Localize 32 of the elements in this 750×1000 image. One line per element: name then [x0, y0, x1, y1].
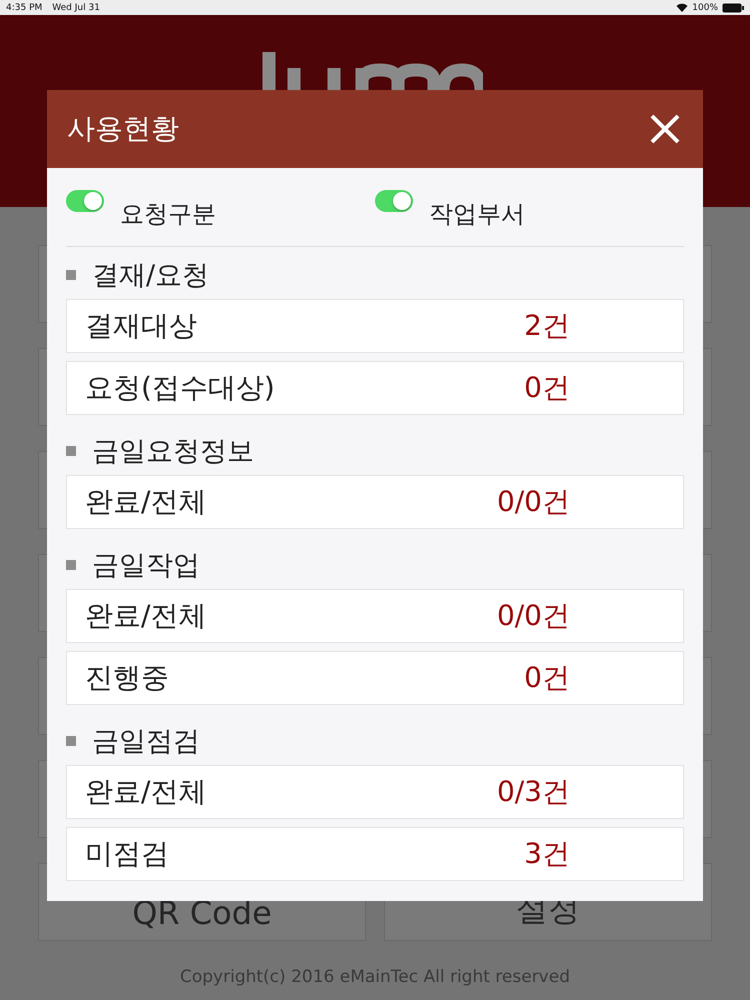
bullet-icon — [66, 270, 76, 280]
stat-label: 요청(접수대상) — [85, 370, 276, 406]
stat-value: 0건 — [523, 660, 570, 696]
bullet-icon — [66, 560, 76, 570]
stat-value: 0/3건 — [496, 774, 570, 810]
stat-value: 0건 — [523, 370, 570, 406]
section-title: 금일요청정보 — [92, 435, 254, 469]
stat-label: 결재대상 — [85, 308, 198, 344]
status-time: 4:35 PM — [6, 2, 42, 12]
toggle-switch[interactable] — [66, 190, 104, 212]
stat-label: 완료/전체 — [85, 484, 208, 520]
bullet-icon — [66, 446, 76, 456]
stat-value: 2건 — [523, 308, 570, 344]
stat-value: 0/0건 — [496, 484, 570, 520]
dialog-title: 사용현황 — [67, 111, 179, 147]
bullet-icon — [66, 736, 76, 746]
status-date: Wed Jul 31 — [52, 2, 100, 12]
toggle-switch[interactable] — [375, 190, 413, 212]
battery-icon — [722, 2, 744, 12]
stat-value: 0/0건 — [496, 598, 570, 634]
wifi-icon — [676, 3, 688, 12]
stat-label: 완료/전체 — [85, 774, 208, 810]
toggle-label: 작업부서 — [429, 199, 525, 230]
section-title: 결재/요청 — [92, 259, 210, 293]
section-title: 금일작업 — [92, 549, 200, 583]
copyright-text: Copyright(c) 2016 eMainTec All right reserved — [178, 967, 571, 987]
toggle-label: 요청구분 — [120, 199, 216, 230]
stat-label: 완료/전체 — [85, 598, 208, 634]
close-button[interactable] — [649, 113, 681, 145]
section-title: 금일점검 — [92, 725, 200, 759]
battery-percent: 100% — [692, 2, 718, 12]
stat-label: 진행중 — [85, 660, 170, 696]
